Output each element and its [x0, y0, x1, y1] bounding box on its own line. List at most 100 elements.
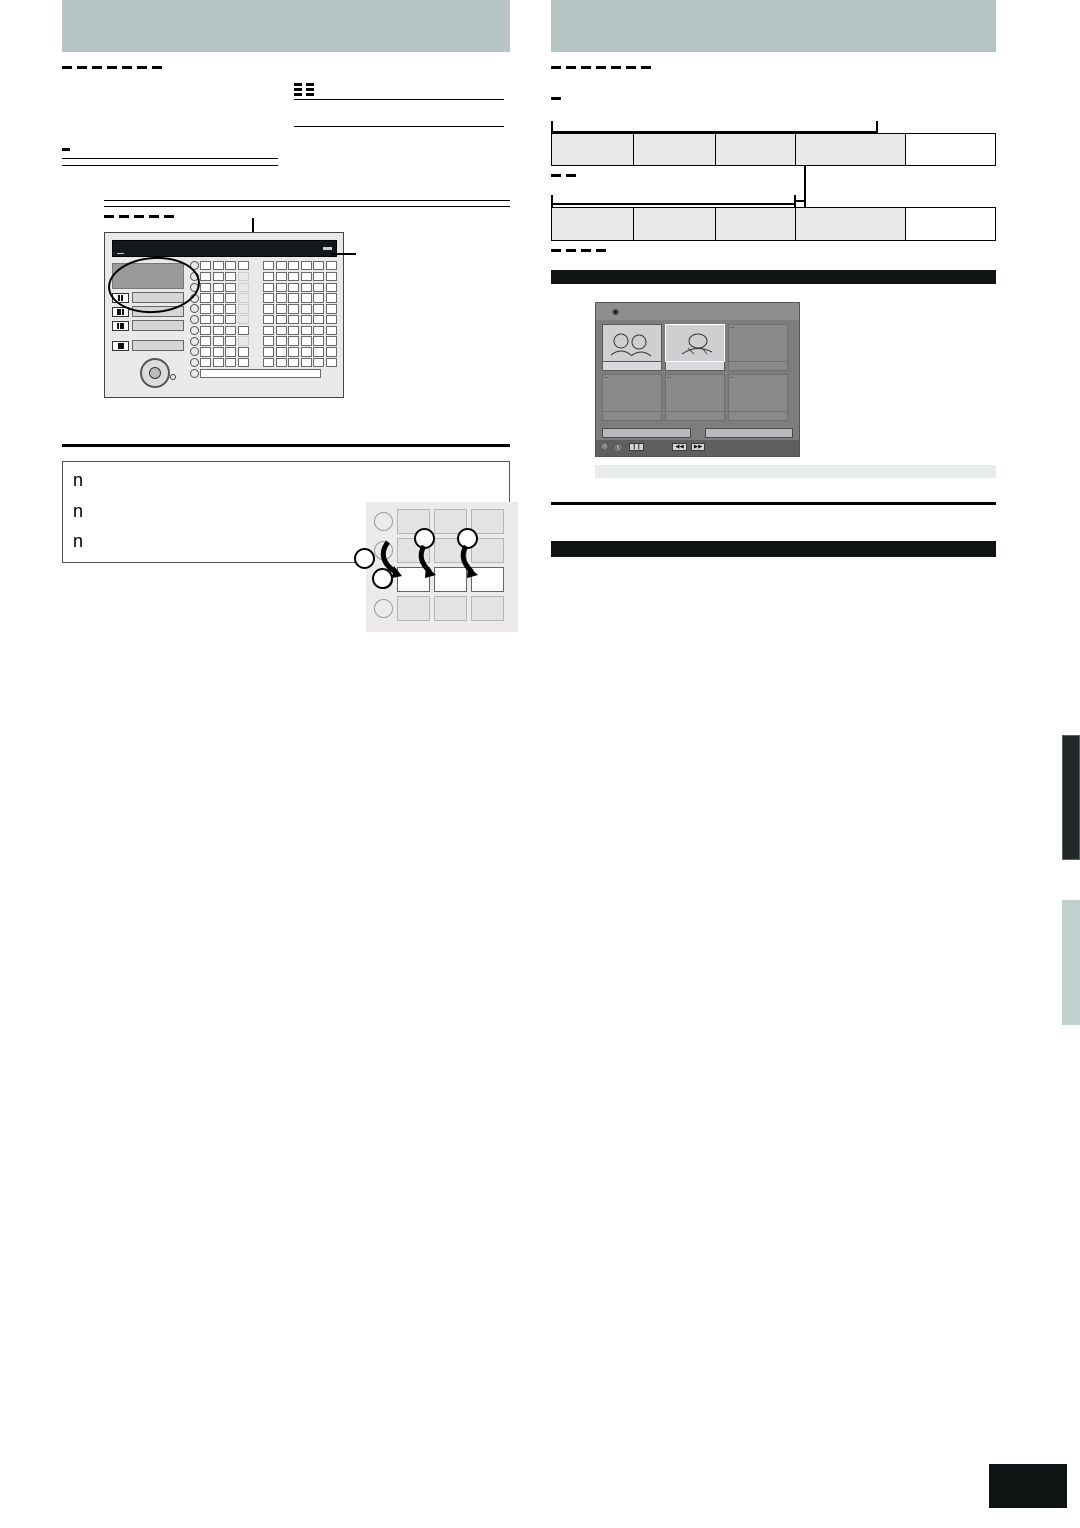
char-key[interactable]	[200, 336, 212, 346]
char-key[interactable]	[212, 282, 224, 292]
char-key[interactable]	[225, 304, 237, 314]
char-key[interactable]	[237, 261, 249, 271]
char-key[interactable]	[313, 261, 325, 271]
set-button-row[interactable]	[112, 340, 184, 351]
char-key[interactable]	[200, 271, 212, 282]
char-key[interactable]	[212, 293, 224, 303]
char-key[interactable]	[300, 347, 312, 357]
char-key[interactable]	[225, 282, 237, 292]
char-key[interactable]	[225, 347, 237, 357]
char-key[interactable]	[262, 293, 275, 303]
char-key[interactable]	[313, 293, 325, 303]
char-key[interactable]	[200, 304, 212, 314]
title-thumbnail[interactable]	[602, 323, 662, 371]
char-key[interactable]	[288, 336, 300, 346]
char-key[interactable]	[200, 293, 212, 303]
char-key[interactable]	[275, 304, 287, 314]
char-key[interactable]	[288, 325, 300, 336]
char-key[interactable]	[275, 325, 287, 336]
char-key[interactable]	[225, 271, 237, 282]
char-key[interactable]	[300, 304, 312, 314]
char-key[interactable]	[200, 358, 212, 368]
title-thumbnail-empty[interactable]: --	[728, 323, 788, 371]
char-key[interactable]	[262, 314, 275, 325]
char-key[interactable]	[313, 314, 325, 325]
char-key[interactable]	[288, 347, 300, 357]
char-key[interactable]	[262, 358, 275, 368]
char-key[interactable]	[275, 336, 287, 346]
char-key[interactable]	[288, 261, 300, 271]
char-key[interactable]	[212, 271, 224, 282]
char-key[interactable]	[325, 261, 337, 271]
keypad-key[interactable]	[434, 567, 467, 592]
char-key[interactable]	[200, 314, 212, 325]
char-key[interactable]	[300, 282, 312, 292]
char-key[interactable]	[325, 304, 337, 314]
char-key[interactable]	[275, 314, 287, 325]
keypad-key[interactable]	[471, 596, 504, 621]
char-key[interactable]	[300, 325, 312, 336]
char-key[interactable]	[275, 358, 287, 368]
char-key[interactable]	[212, 358, 224, 368]
char-key[interactable]	[262, 304, 275, 314]
char-key[interactable]	[212, 304, 224, 314]
char-key[interactable]	[200, 325, 212, 336]
char-key[interactable]	[313, 336, 325, 346]
char-key[interactable]	[200, 261, 212, 271]
char-key[interactable]	[225, 314, 237, 325]
char-key[interactable]	[237, 358, 249, 368]
title-thumbnail-empty[interactable]: --	[728, 373, 788, 421]
char-key[interactable]	[300, 261, 312, 271]
char-key[interactable]	[313, 304, 325, 314]
char-key[interactable]	[325, 282, 337, 292]
char-key[interactable]	[325, 336, 337, 346]
char-key[interactable]	[325, 293, 337, 303]
char-key[interactable]	[262, 347, 275, 357]
char-key[interactable]	[200, 282, 212, 292]
char-key[interactable]	[225, 261, 237, 271]
char-key[interactable]	[275, 261, 287, 271]
char-key[interactable]	[288, 282, 300, 292]
char-key[interactable]	[275, 293, 287, 303]
char-key[interactable]	[325, 314, 337, 325]
char-key[interactable]	[212, 314, 224, 325]
char-key[interactable]	[212, 347, 224, 357]
char-key[interactable]	[225, 325, 237, 336]
char-key[interactable]	[212, 336, 224, 346]
char-key[interactable]	[288, 271, 300, 282]
char-key[interactable]	[325, 271, 337, 282]
char-key[interactable]	[212, 261, 224, 271]
char-key[interactable]	[313, 325, 325, 336]
char-key[interactable]	[237, 325, 249, 336]
char-key[interactable]	[288, 304, 300, 314]
char-key[interactable]	[288, 293, 300, 303]
char-key[interactable]	[300, 336, 312, 346]
keypad-key[interactable]	[471, 567, 504, 592]
char-key[interactable]	[262, 282, 275, 292]
next-button[interactable]	[704, 427, 793, 438]
char-key[interactable]	[225, 293, 237, 303]
keypad-key[interactable]	[434, 596, 467, 621]
char-key[interactable]	[325, 325, 337, 336]
char-key[interactable]	[300, 293, 312, 303]
char-key[interactable]	[313, 282, 325, 292]
char-key[interactable]	[275, 282, 287, 292]
char-key[interactable]	[225, 336, 237, 346]
char-key[interactable]	[200, 347, 212, 357]
title-thumbnail-empty[interactable]: --	[602, 373, 662, 421]
char-key[interactable]	[300, 271, 312, 282]
char-key[interactable]	[313, 347, 325, 357]
previous-button[interactable]	[602, 427, 691, 438]
title-thumbnail-selected[interactable]	[665, 323, 725, 371]
keypad-key[interactable]	[397, 567, 430, 592]
char-key[interactable]	[262, 271, 275, 282]
keypad-key[interactable]	[471, 509, 504, 534]
char-key[interactable]	[313, 358, 325, 368]
char-key[interactable]	[262, 325, 275, 336]
char-key[interactable]	[275, 347, 287, 357]
character-keyboard[interactable]	[189, 261, 337, 390]
char-key[interactable]	[325, 358, 337, 368]
title-thumbnail-empty[interactable]: --	[665, 373, 725, 421]
char-key[interactable]	[288, 358, 300, 368]
enter-dpad[interactable]	[126, 356, 176, 390]
